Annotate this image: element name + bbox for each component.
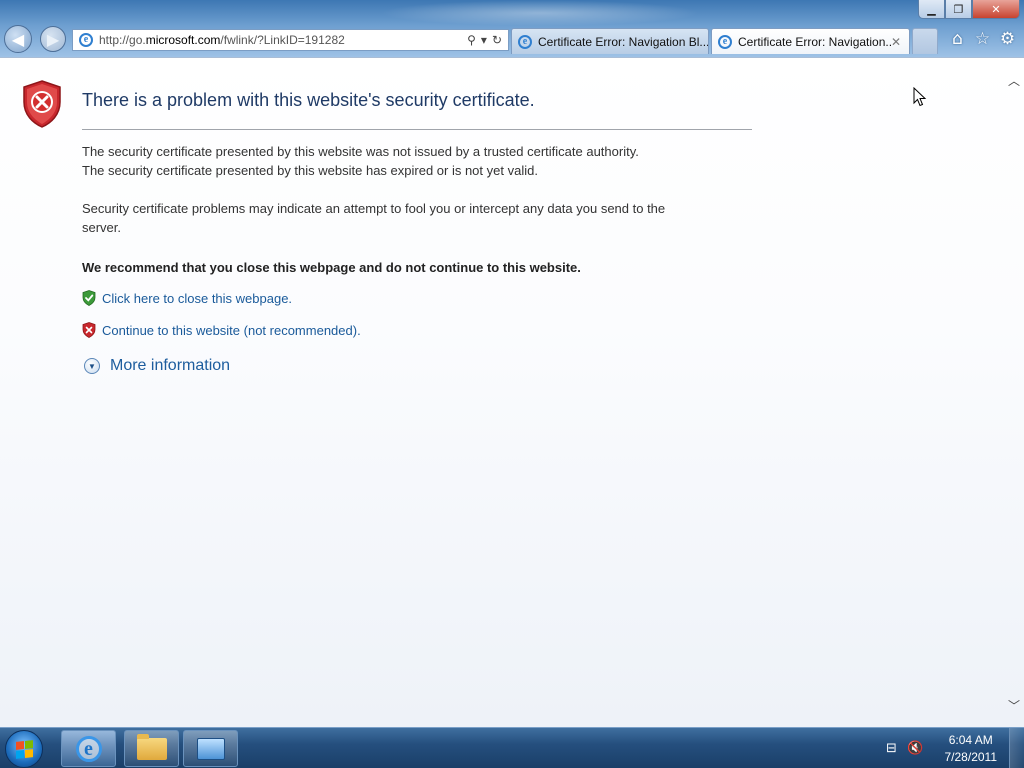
close-webpage-label[interactable]: Click here to close this webpage. bbox=[102, 291, 292, 306]
forward-button[interactable]: ▶ bbox=[40, 26, 66, 52]
scroll-up-icon[interactable]: ︿ bbox=[1008, 72, 1020, 89]
favorites-star-icon[interactable]: ☆ bbox=[973, 29, 992, 49]
continue-website-label[interactable]: Continue to this website (not recommende… bbox=[102, 323, 361, 338]
minimize-button[interactable]: ▁ bbox=[918, 0, 945, 19]
continue-website-link[interactable]: Continue to this website (not recommende… bbox=[82, 322, 361, 338]
show-desktop-button[interactable] bbox=[1009, 728, 1024, 768]
close-webpage-link[interactable]: Click here to close this webpage. bbox=[82, 290, 292, 306]
refresh-icon[interactable]: ↻ bbox=[492, 33, 502, 47]
window-controls: ▁ ❐ ✕ bbox=[918, 0, 1020, 19]
forward-arrow-icon: ▶ bbox=[46, 29, 60, 49]
clock-date: 7/28/2011 bbox=[944, 749, 998, 764]
network-app-icon bbox=[196, 737, 225, 760]
dropdown-icon[interactable]: ▾ bbox=[481, 33, 487, 47]
certificate-issues-text: The security certificate presented by th… bbox=[82, 142, 639, 180]
restore-button[interactable]: ❐ bbox=[945, 0, 972, 19]
folder-icon bbox=[136, 733, 167, 760]
start-button[interactable] bbox=[5, 730, 43, 768]
close-window-button[interactable]: ✕ bbox=[972, 0, 1020, 19]
error-shield-icon bbox=[23, 80, 61, 128]
address-bar-actions: ⚲ ▾ ↻ bbox=[467, 33, 502, 47]
chevron-down-icon: ▼ bbox=[84, 358, 100, 374]
volume-muted-icon[interactable]: 🔇 bbox=[907, 740, 925, 758]
red-shield-icon bbox=[82, 322, 96, 338]
url-prefix: http://go. bbox=[99, 33, 146, 47]
browser-chrome: ▁ ❐ ✕ ◀ ▶ e http://go.microsoft.com/fwli… bbox=[0, 0, 1024, 57]
taskbar-internet-explorer[interactable]: e bbox=[61, 730, 116, 767]
scroll-down-icon[interactable]: ﹀ bbox=[1008, 697, 1020, 714]
divider bbox=[82, 129, 752, 130]
issue-untrusted: The security certificate presented by th… bbox=[82, 144, 639, 159]
warning-line-1: Security certificate problems may indica… bbox=[82, 201, 666, 216]
clock-time: 6:04 AM bbox=[948, 732, 993, 747]
system-tray: ⊟ 🔇 6:04 AM 7/28/2011 bbox=[883, 728, 1024, 768]
back-arrow-icon: ◀ bbox=[11, 29, 25, 49]
ie-page-icon: e bbox=[79, 33, 93, 47]
warning-text: Security certificate problems may indica… bbox=[82, 199, 665, 237]
tab-certificate-error-2[interactable]: e Certificate Error: Navigation... ✕ bbox=[711, 28, 910, 54]
back-button[interactable]: ◀ bbox=[4, 25, 32, 53]
green-shield-icon bbox=[82, 290, 96, 306]
internet-explorer-icon: e bbox=[75, 735, 102, 762]
url-path: /fwlink/?LinkID=191282 bbox=[220, 33, 345, 47]
search-icon[interactable]: ⚲ bbox=[467, 33, 476, 47]
tab-label: Certificate Error: Navigation Bl... bbox=[538, 34, 708, 49]
vertical-scrollbar[interactable]: ︿ ﹀ bbox=[1004, 58, 1024, 728]
ie-tab-icon: e bbox=[718, 34, 732, 49]
taskbar: e ⊟ 🔇 6:04 AM 7/28/2011 bbox=[0, 727, 1024, 768]
home-icon[interactable]: ⌂ bbox=[948, 29, 967, 49]
new-tab-button[interactable] bbox=[912, 28, 938, 54]
tab-certificate-error-1[interactable]: e Certificate Error: Navigation Bl... bbox=[511, 28, 709, 54]
more-information-toggle[interactable]: ▼ More information bbox=[84, 357, 230, 375]
settings-gear-icon[interactable]: ⚙ bbox=[998, 29, 1017, 49]
url-domain: microsoft.com bbox=[145, 33, 221, 47]
windows-logo-icon bbox=[15, 739, 33, 759]
url-text[interactable]: http://go.microsoft.com/fwlink/?LinkID=1… bbox=[99, 33, 467, 47]
page-title: There is a problem with this website's s… bbox=[82, 90, 535, 110]
issue-expired: The security certificate presented by th… bbox=[82, 163, 538, 178]
tab-label: Certificate Error: Navigation... bbox=[738, 34, 891, 49]
warning-line-2: server. bbox=[82, 220, 122, 235]
ie-tab-icon: e bbox=[518, 34, 532, 49]
address-bar[interactable]: e http://go.microsoft.com/fwlink/?LinkID… bbox=[72, 29, 509, 51]
taskbar-windows-explorer[interactable] bbox=[124, 730, 179, 767]
page-content: There is a problem with this website's s… bbox=[0, 57, 1024, 727]
mouse-cursor-icon bbox=[913, 87, 927, 107]
recommendation-text: We recommend that you close this webpage… bbox=[82, 260, 581, 275]
tab-close-icon[interactable]: ✕ bbox=[891, 35, 905, 49]
taskbar-network-app[interactable] bbox=[183, 730, 238, 767]
browser-tools: ⌂ ☆ ⚙ bbox=[948, 29, 1017, 49]
more-information-label: More information bbox=[110, 357, 231, 374]
clock[interactable]: 6:04 AM 7/28/2011 bbox=[945, 732, 998, 766]
network-status-icon[interactable]: ⊟ bbox=[883, 740, 901, 758]
